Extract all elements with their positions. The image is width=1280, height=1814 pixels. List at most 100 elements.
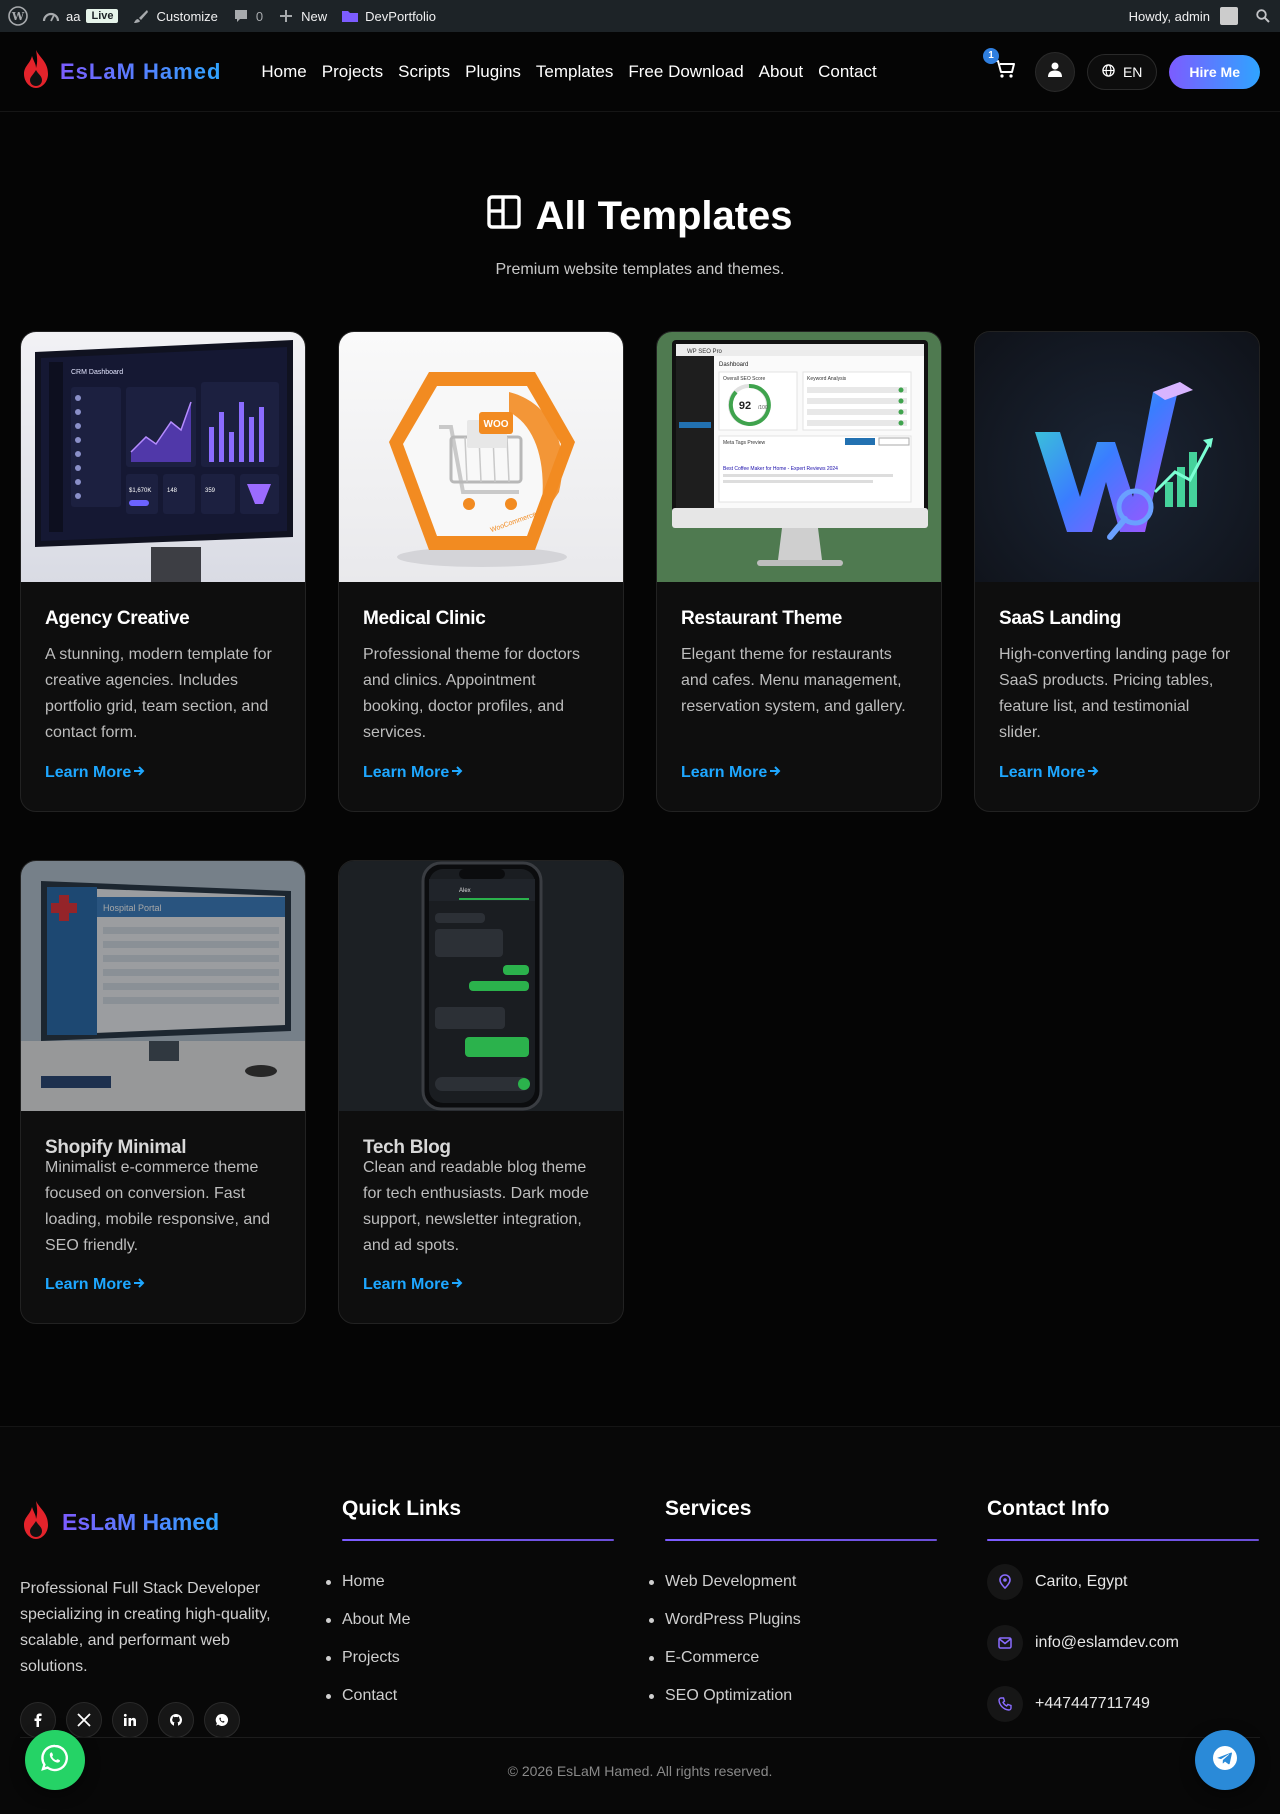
quick-links-title: Quick Links <box>342 1497 462 1520</box>
title-underline <box>342 1539 614 1541</box>
page-title-text: All Templates <box>535 194 793 238</box>
learn-more-link[interactable]: Learn More <box>363 1276 463 1294</box>
learn-more-link[interactable]: Learn More <box>999 764 1099 782</box>
nav-projects[interactable]: Projects <box>322 62 383 82</box>
hospital-portal-illustration: Hospital Portal <box>21 861 305 1111</box>
footer-link-about[interactable]: About Me <box>342 1601 614 1639</box>
footer-about: Professional Full Stack Developer specia… <box>20 1580 271 1675</box>
card-title[interactable]: SaaS Landing <box>999 608 1235 630</box>
linkedin-icon[interactable] <box>112 1702 148 1738</box>
plus-icon <box>277 7 295 25</box>
card-title[interactable]: Medical Clinic <box>363 608 599 630</box>
page-hero: All Templates Premium website templates … <box>0 112 1280 279</box>
nav-free-download[interactable]: Free Download <box>628 62 743 82</box>
customize-label: Customize <box>156 8 218 24</box>
brush-icon <box>132 7 150 25</box>
whatsapp-social-icon[interactable] <box>204 1702 240 1738</box>
whatsapp-icon <box>40 1743 70 1778</box>
service-web-development[interactable]: Web Development <box>665 1563 937 1601</box>
template-card-tech-blog[interactable]: Alex Tech Blog Clean and readable blog t… <box>338 860 624 1324</box>
new-item[interactable]: New <box>277 7 327 25</box>
card-thumbnail[interactable]: CRM Dashboard $1,670K 148 359 <box>21 332 305 582</box>
footer-logo[interactable]: EsLaM Hamed <box>20 1499 280 1546</box>
customize-item[interactable]: Customize <box>132 7 218 25</box>
learn-more-link[interactable]: Learn More <box>681 764 781 782</box>
github-icon[interactable] <box>158 1702 194 1738</box>
language-switcher[interactable]: EN <box>1086 53 1158 90</box>
service-seo[interactable]: SEO Optimization <box>665 1677 937 1715</box>
template-card-saas-landing[interactable]: SaaS Landing High-converting landing pag… <box>974 331 1260 812</box>
site-name: aa <box>66 8 81 24</box>
card-description: Clean and readable blog theme for tech e… <box>363 1159 589 1254</box>
site-name-item[interactable]: aa Live <box>42 7 119 25</box>
account-button[interactable] <box>1034 51 1075 92</box>
learn-more-label: Learn More <box>999 764 1086 781</box>
footer-logo-text: EsLaM Hamed <box>62 1509 220 1535</box>
nav-scripts[interactable]: Scripts <box>398 62 450 82</box>
nav-about[interactable]: About <box>759 62 803 82</box>
hire-me-button[interactable]: Hire Me <box>1169 54 1260 89</box>
location-text: Carito, Egypt <box>1035 1572 1128 1590</box>
new-label: New <box>301 8 328 24</box>
card-title[interactable]: Shopify Minimal <box>45 1137 281 1159</box>
footer-link-projects[interactable]: Projects <box>342 1639 614 1677</box>
arrow-right-icon <box>133 1276 145 1294</box>
footer-quick-links: Quick Links Home About Me Projects Conta… <box>342 1497 614 1715</box>
logo-text: EsLaM Hamed <box>60 58 222 84</box>
card-thumbnail[interactable]: WOO WooCommerce <box>339 332 623 582</box>
card-thumbnail[interactable] <box>975 332 1259 582</box>
comments-item[interactable]: 0 <box>232 7 263 25</box>
nav-contact[interactable]: Contact <box>818 62 877 82</box>
footer-link-home[interactable]: Home <box>342 1563 614 1601</box>
site-footer: EsLaM Hamed Professional Full Stack Deve… <box>0 1426 1280 1814</box>
footer-link-contact[interactable]: Contact <box>342 1677 614 1715</box>
card-thumbnail[interactable]: Alex <box>339 861 623 1111</box>
arrow-right-icon <box>133 764 145 782</box>
cart-count-badge: 1 <box>982 47 999 64</box>
card-description: Minimalist e-commerce theme focused on c… <box>45 1159 271 1254</box>
card-title[interactable]: Tech Blog <box>363 1137 599 1159</box>
service-ecommerce[interactable]: E-Commerce <box>665 1639 937 1677</box>
wordpress-logo-icon[interactable]: W <box>8 6 28 26</box>
card-title[interactable]: Agency Creative <box>45 608 281 630</box>
templates-grid: CRM Dashboard $1,670K 148 359 Agency Cre… <box>20 331 1260 1324</box>
learn-more-link[interactable]: Learn More <box>363 764 463 782</box>
card-title[interactable]: Restaurant Theme <box>681 608 917 630</box>
service-wordpress-plugins[interactable]: WordPress Plugins <box>665 1601 937 1639</box>
admin-avatar[interactable] <box>1220 7 1238 25</box>
footer-contact: Contact Info Carito, Egypt info@eslamdev… <box>987 1497 1259 1734</box>
howdy-label[interactable]: Howdy, admin <box>1129 9 1210 24</box>
card-thumbnail[interactable]: WP SEO Pro Dashboard Overall SEO Score 9… <box>657 332 941 582</box>
site-logo[interactable]: EsLaM Hamed <box>20 48 221 95</box>
nav-templates[interactable]: Templates <box>536 62 613 82</box>
language-label: EN <box>1122 63 1143 80</box>
contact-phone[interactable]: +447447711749 <box>987 1673 1259 1734</box>
nav-home[interactable]: Home <box>261 62 306 82</box>
nav-plugins[interactable]: Plugins <box>465 62 521 82</box>
card-thumbnail[interactable]: Hospital Portal <box>21 861 305 1111</box>
globe-icon <box>1102 63 1115 80</box>
devportfolio-item[interactable]: DevPortfolio <box>341 7 436 25</box>
phone-icon <box>987 1685 1023 1722</box>
search-icon[interactable] <box>1254 7 1272 25</box>
telegram-float-button[interactable] <box>1195 1730 1255 1790</box>
seo-score-label: Overall SEO Score <box>723 376 765 382</box>
whatsapp-float-button[interactable] <box>25 1730 85 1790</box>
template-card-agency-creative[interactable]: CRM Dashboard $1,670K 148 359 Agency Cre… <box>20 331 306 812</box>
card-description: Elegant theme for restaurants and cafes.… <box>681 646 906 715</box>
learn-more-link[interactable]: Learn More <box>45 764 145 782</box>
template-card-shopify-minimal[interactable]: Hospital Portal Shopify Minimal Minimali… <box>20 860 306 1324</box>
cart-button[interactable]: 1 <box>982 47 1023 90</box>
envelope-icon <box>987 1624 1023 1661</box>
dashboard-monitor-illustration: CRM Dashboard $1,670K 148 359 <box>35 340 293 582</box>
x-twitter-icon[interactable] <box>66 1702 102 1738</box>
chat-contact-name: Alex <box>459 888 471 894</box>
seo-keyword-label: Keyword Analysis <box>807 376 847 382</box>
learn-more-label: Learn More <box>363 764 450 781</box>
woocommerce-cart-illustration: WOO WooCommerce <box>389 372 575 567</box>
template-card-medical-clinic[interactable]: WOO WooCommerce Medical Clinic Professio… <box>338 331 624 812</box>
contact-email[interactable]: info@eslamdev.com <box>987 1612 1259 1673</box>
learn-more-link[interactable]: Learn More <box>45 1276 145 1294</box>
template-card-restaurant-theme[interactable]: WP SEO Pro Dashboard Overall SEO Score 9… <box>656 331 942 812</box>
cart-icon <box>994 59 1016 84</box>
